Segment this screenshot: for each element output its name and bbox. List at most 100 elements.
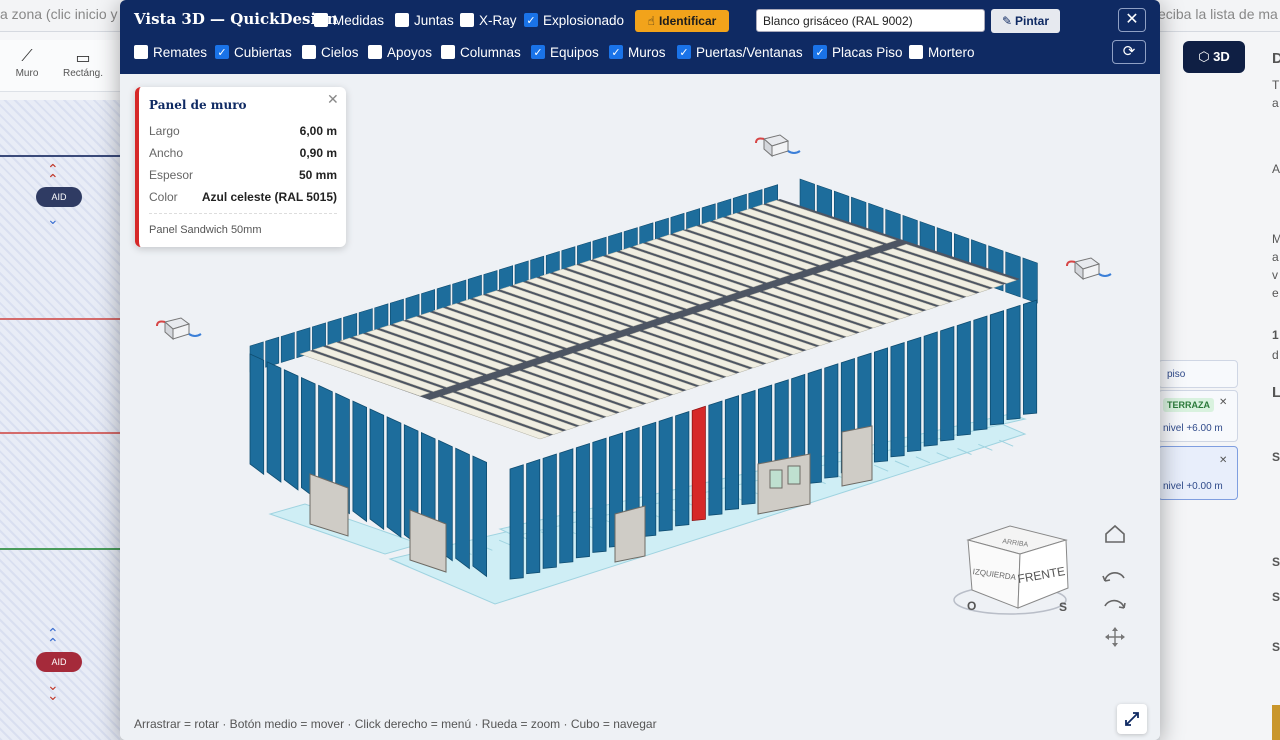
checkbox[interactable] bbox=[314, 13, 328, 27]
info-value: 50 mm bbox=[298, 168, 337, 182]
front-wall-panel[interactable] bbox=[1023, 299, 1038, 415]
option-cielos[interactable]: Cielos bbox=[302, 42, 359, 62]
option-remates[interactable]: Remates bbox=[134, 42, 207, 62]
option-equipos[interactable]: ✓ Equipos bbox=[531, 42, 599, 62]
pan-icon[interactable] bbox=[1105, 627, 1125, 647]
front-wall-panel[interactable] bbox=[675, 411, 690, 527]
left-wall-panel[interactable] bbox=[249, 353, 265, 476]
front-wall-panel[interactable] bbox=[973, 315, 988, 431]
rotate-right-icon[interactable] bbox=[1104, 599, 1126, 609]
identify-button[interactable]: ☝ Identificar bbox=[635, 10, 729, 32]
option-label: Juntas bbox=[414, 12, 454, 28]
front-wall-panel[interactable] bbox=[559, 448, 574, 564]
option-mortero[interactable]: Mortero bbox=[909, 42, 975, 62]
door-front-2[interactable] bbox=[841, 425, 873, 487]
door-front-double[interactable] bbox=[757, 453, 811, 515]
checkbox[interactable] bbox=[395, 13, 409, 27]
option-label: Apoyos bbox=[387, 44, 433, 60]
view-3d-button[interactable]: ⬡ 3D bbox=[1183, 41, 1245, 73]
selected-wall-panel[interactable] bbox=[691, 405, 706, 522]
background-accent-button[interactable] bbox=[1272, 705, 1280, 740]
checkbox[interactable] bbox=[441, 45, 455, 59]
front-wall-panel[interactable] bbox=[575, 442, 590, 559]
option-medidas[interactable]: Medidas bbox=[314, 10, 384, 30]
info-row-ancho: Ancho 0,90 m bbox=[149, 146, 337, 160]
front-wall-panel[interactable] bbox=[542, 453, 557, 569]
front-wall-panel[interactable] bbox=[989, 310, 1004, 426]
chevron-up-icon: ⌃ ⌃ bbox=[47, 161, 59, 187]
checkbox-checked[interactable]: ✓ bbox=[524, 13, 538, 27]
aid-marker[interactable]: AID bbox=[36, 187, 82, 207]
checkbox-checked[interactable]: ✓ bbox=[677, 45, 691, 59]
front-wall-panel[interactable] bbox=[940, 326, 955, 442]
background-toolbar: ⟋ Muro ▭ Rectáng. bbox=[0, 40, 120, 92]
option-placas-piso[interactable]: ✓ Placas Piso bbox=[813, 42, 903, 62]
window-glass bbox=[769, 469, 783, 489]
front-wall-panel[interactable] bbox=[724, 395, 739, 511]
info-row-color: Color Azul celeste (RAL 5015) bbox=[149, 190, 337, 204]
checkbox[interactable] bbox=[460, 13, 474, 27]
checkbox[interactable] bbox=[302, 45, 316, 59]
refresh-button[interactable]: ⟳ bbox=[1112, 40, 1146, 64]
color-selector[interactable]: Blanco grisáceo (RAL 9002) bbox=[756, 9, 985, 32]
left-wall-panel[interactable] bbox=[455, 447, 470, 570]
front-wall-panel[interactable] bbox=[890, 342, 905, 458]
fullscreen-button[interactable] bbox=[1117, 704, 1147, 734]
side-text: S bbox=[1272, 590, 1280, 604]
side-text: L bbox=[1272, 384, 1280, 401]
option-muros[interactable]: ✓ Muros bbox=[609, 42, 666, 62]
front-wall-panel[interactable] bbox=[874, 347, 888, 463]
compass-west-label: O bbox=[967, 599, 976, 613]
front-wall-panel[interactable] bbox=[907, 336, 922, 452]
left-wall-panel[interactable] bbox=[386, 416, 402, 538]
front-wall-panel[interactable] bbox=[956, 320, 971, 437]
option-puertas-ventanas[interactable]: ✓ Puertas/Ventanas bbox=[677, 42, 803, 62]
3d-viewport[interactable]: ARRIBA IZQUIERDA FRENTE O S Panel de mur… bbox=[120, 74, 1160, 740]
option-juntas[interactable]: Juntas bbox=[395, 10, 454, 30]
front-wall-panel[interactable] bbox=[741, 389, 756, 506]
front-wall-panel[interactable] bbox=[509, 464, 524, 580]
front-wall-panel[interactable] bbox=[1006, 304, 1021, 421]
level-card-ground[interactable]: ✕ nivel +0.00 m bbox=[1158, 446, 1238, 500]
paint-button[interactable]: ✎ Pintar bbox=[991, 9, 1060, 33]
close-icon[interactable]: ✕ bbox=[1219, 455, 1227, 466]
left-wall-panel[interactable] bbox=[283, 369, 299, 491]
checkbox[interactable] bbox=[909, 45, 923, 59]
view-cube[interactable]: ARRIBA IZQUIERDA FRENTE O S bbox=[953, 525, 1069, 615]
option-explosionado[interactable]: ✓ Explosionado bbox=[524, 10, 624, 30]
front-wall-panel[interactable] bbox=[923, 331, 938, 447]
info-key: Largo bbox=[149, 124, 180, 138]
aid-marker[interactable]: AID bbox=[36, 652, 82, 672]
checkbox-checked[interactable]: ✓ bbox=[531, 45, 545, 59]
checkbox[interactable] bbox=[134, 45, 148, 59]
option-cubiertas[interactable]: ✓ Cubiertas bbox=[215, 42, 292, 62]
left-wall-panel[interactable] bbox=[266, 361, 282, 483]
left-wall-panel[interactable] bbox=[352, 400, 368, 523]
level-value: nivel +0.00 m bbox=[1163, 481, 1223, 492]
cold-pipe bbox=[188, 333, 202, 337]
rotate-left-icon[interactable] bbox=[1102, 572, 1125, 582]
left-wall-panel[interactable] bbox=[472, 455, 488, 578]
left-wall-panel[interactable] bbox=[369, 408, 385, 531]
level-card-terraza[interactable]: TERRAZA ✕ nivel +6.00 m bbox=[1158, 390, 1238, 442]
front-wall-panel[interactable] bbox=[526, 458, 541, 575]
checkbox-checked[interactable]: ✓ bbox=[609, 45, 623, 59]
option-apoyos[interactable]: Apoyos bbox=[368, 42, 432, 62]
close-modal-button[interactable]: ✕ bbox=[1118, 8, 1146, 32]
option-columnas[interactable]: Columnas bbox=[441, 42, 521, 62]
option-xray[interactable]: X-Ray bbox=[460, 10, 517, 30]
tool-rectangle[interactable]: ▭ Rectáng. bbox=[58, 48, 108, 79]
close-icon[interactable]: ✕ bbox=[1219, 397, 1227, 408]
front-wall-panel[interactable] bbox=[708, 400, 723, 516]
checkbox[interactable] bbox=[368, 45, 382, 59]
home-icon[interactable] bbox=[1105, 524, 1125, 543]
front-wall-panel[interactable] bbox=[658, 416, 673, 532]
front-wall-panel[interactable] bbox=[824, 363, 839, 479]
door-front-1[interactable] bbox=[614, 505, 646, 563]
checkbox-checked[interactable]: ✓ bbox=[215, 45, 229, 59]
checkbox-checked[interactable]: ✓ bbox=[813, 45, 827, 59]
front-wall-panel[interactable] bbox=[592, 437, 607, 553]
hot-pipe bbox=[156, 320, 166, 327]
tool-muro[interactable]: ⟋ Muro bbox=[2, 48, 52, 79]
close-icon[interactable]: ✕ bbox=[327, 91, 339, 108]
